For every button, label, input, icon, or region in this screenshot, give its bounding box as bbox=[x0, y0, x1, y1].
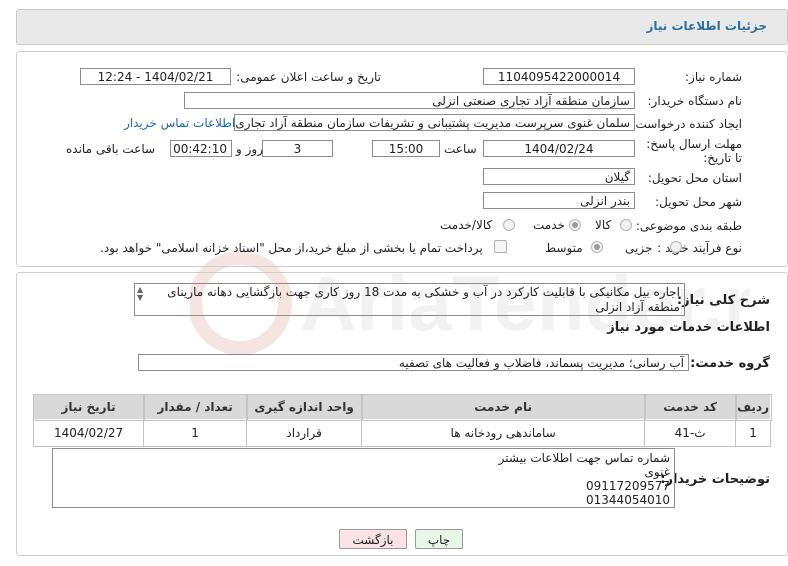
buyer-org-label: نام دستگاه خریدار: bbox=[647, 94, 743, 108]
purchase-option-minor: جزیی bbox=[625, 241, 653, 255]
col-row: ردیف bbox=[734, 393, 772, 421]
cell-name: ساماندهی رودخانه ها bbox=[361, 419, 646, 447]
treasury-checkbox[interactable] bbox=[494, 240, 507, 253]
page-title: جزئیات اطلاعات نیاز bbox=[646, 19, 767, 33]
buyer-org-field: سازمان منطقه آزاد تجاری صنعتی انزلی bbox=[184, 92, 635, 109]
description-label: شرح کلی نیاز: bbox=[676, 293, 770, 308]
deadline-time-label: ساعت bbox=[444, 142, 477, 156]
announce-datetime-field: 1404/02/21 - 12:24 bbox=[80, 68, 231, 85]
category-radio-goods[interactable] bbox=[620, 219, 632, 231]
deadline-date-field: 1404/02/24 bbox=[483, 140, 635, 157]
purchase-option-medium: متوسط bbox=[545, 241, 583, 255]
remaining-time-field: 00:42:10 bbox=[170, 140, 232, 157]
print-button[interactable]: چاپ bbox=[415, 529, 463, 549]
requester-label: ایجاد کننده درخواست: bbox=[631, 117, 742, 131]
cell-row: 1 bbox=[735, 419, 771, 447]
announce-datetime-label: تاریخ و ساعت اعلان عمومی: bbox=[236, 70, 381, 84]
buyer-notes-line: 09117209577 bbox=[586, 479, 670, 493]
purchase-radio-medium[interactable] bbox=[591, 241, 603, 253]
scroll-arrows-icon[interactable]: ▲ ▼ bbox=[137, 286, 143, 302]
need-number-label: شماره نیاز: bbox=[685, 70, 742, 84]
col-qty: تعداد / مقدار bbox=[142, 393, 248, 421]
service-group-label: گروه خدمت: bbox=[690, 356, 770, 371]
city-label: شهر محل تحویل: bbox=[655, 195, 742, 209]
back-button[interactable]: بازگشت bbox=[339, 529, 407, 549]
buyer-notes-box[interactable]: شماره تماس جهت اطلاعات بیشتر غنوی 091172… bbox=[52, 448, 675, 508]
description-text: اجاره بیل مکانیکی با قابلیت کارکرد در آب… bbox=[167, 285, 680, 314]
buyer-notes-line: شماره تماس جهت اطلاعات بیشتر bbox=[498, 451, 670, 465]
remaining-time-label: ساعت باقی مانده bbox=[66, 142, 156, 156]
col-name: نام خدمت bbox=[360, 393, 646, 421]
deadline-label: مهلت ارسال پاسخ: تا تاریخ: bbox=[646, 137, 742, 165]
buyer-notes-label: توضیحات خریدار: bbox=[660, 472, 770, 487]
category-radio-service[interactable] bbox=[569, 219, 581, 231]
deadline-days-label: روز و bbox=[236, 142, 263, 156]
treasury-note: پرداخت تمام یا بخشی از مبلغ خرید،از محل … bbox=[100, 241, 483, 255]
buyer-contact-link[interactable]: اطلاعات تماس خریدار bbox=[124, 116, 235, 130]
col-unit: واحد اندازه گیری bbox=[245, 393, 363, 421]
province-label: استان محل تحویل: bbox=[647, 171, 742, 185]
cell-code: ث-41 bbox=[644, 419, 737, 447]
city-field: بندر انزلی bbox=[483, 192, 635, 209]
category-radio-goods-service[interactable] bbox=[503, 219, 515, 231]
province-field: گیلان bbox=[483, 168, 635, 185]
requester-field: سلمان غنوی سرپرست مدیریت پشتیبانی و تشری… bbox=[234, 114, 635, 131]
category-label: طبقه بندی موضوعی: bbox=[635, 219, 742, 233]
col-code: کد خدمت bbox=[643, 393, 737, 421]
buyer-notes-line: غنوی bbox=[644, 465, 671, 479]
deadline-time-field: 15:00 bbox=[372, 140, 440, 157]
cell-unit: قرارداد bbox=[246, 419, 363, 447]
table-row: 1 ث-41 ساماندهی رودخانه ها قرارداد 1 140… bbox=[32, 419, 771, 447]
col-need-date: تاریخ نیاز bbox=[32, 393, 145, 421]
service-group-field: آب رسانی؛ مدیریت پسماند، فاضلاب و فعالیت… bbox=[138, 354, 689, 371]
category-option-goods: کالا bbox=[595, 218, 612, 232]
cell-qty: 1 bbox=[143, 419, 248, 447]
services-table: ردیف کد خدمت نام خدمت واحد اندازه گیری ت… bbox=[32, 393, 772, 447]
need-number-field: 1104095422000014 bbox=[483, 68, 635, 85]
buyer-notes-line: 01344054010 bbox=[586, 493, 670, 507]
category-option-goods-service: کالا/خدمت bbox=[440, 218, 493, 232]
page-header: جزئیات اطلاعات نیاز bbox=[16, 9, 788, 45]
purchase-radio-minor[interactable] bbox=[670, 241, 682, 253]
description-textarea[interactable]: اجاره بیل مکانیکی با قابلیت کارکرد در آب… bbox=[134, 283, 685, 316]
deadline-days-field: 3 bbox=[262, 140, 333, 157]
services-table-header: ردیف کد خدمت نام خدمت واحد اندازه گیری ت… bbox=[32, 393, 772, 421]
cell-need-date: 1404/02/27 bbox=[32, 419, 145, 447]
category-option-service: خدمت bbox=[533, 218, 565, 232]
services-section-title: اطلاعات خدمات مورد نیاز bbox=[607, 320, 770, 335]
